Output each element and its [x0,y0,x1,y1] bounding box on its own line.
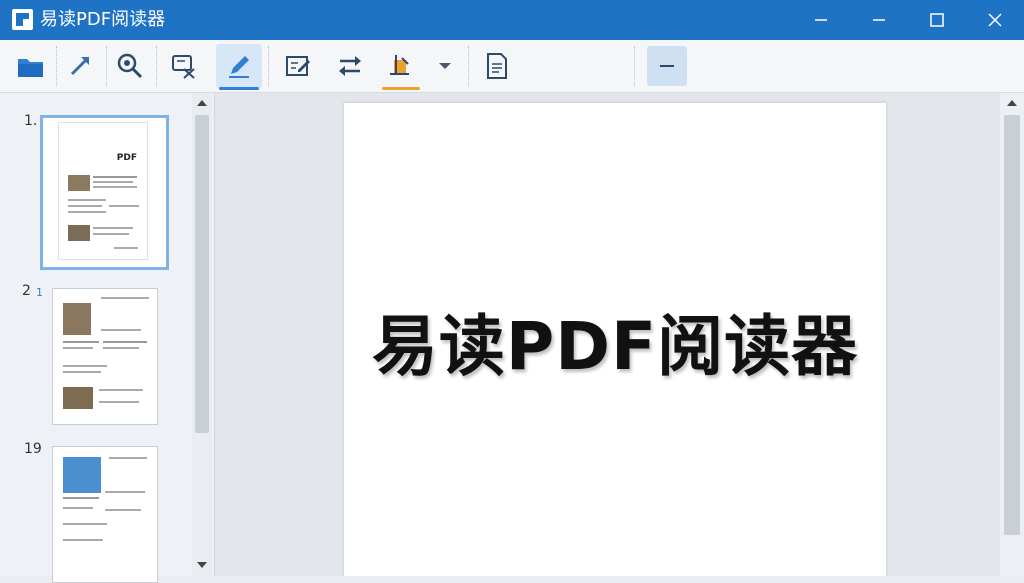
sidebar-scroll-thumb[interactable] [195,115,209,433]
dropdown-icon [439,63,451,69]
document-scrollbar[interactable] [1000,93,1024,576]
thumbnail-number: 19 [24,441,42,457]
zoom-icon [117,53,143,79]
open-folder-icon [18,59,43,77]
document-icon [487,53,507,79]
thumbnail-sidebar: 1. PDF 2 1 19 [0,93,215,583]
select-arrow-icon [70,57,89,76]
pen-icon [229,56,249,78]
zoom-button[interactable] [108,44,152,88]
zoom-out-button[interactable] [647,46,687,86]
close-button[interactable] [966,0,1024,40]
thumbnail-page-3[interactable] [52,446,158,583]
edit-button[interactable] [276,44,320,88]
title-bar: 易读PDF阅读器 [0,0,1024,40]
pen-button[interactable] [216,44,262,90]
toolbar [0,40,1024,93]
thumbnail-heading: PDF [116,153,137,163]
sidebar-scrollbar[interactable] [192,93,212,576]
crop-icon [172,55,195,79]
open-folder-button[interactable] [9,44,53,88]
minimize-button[interactable] [792,0,850,40]
minimize-alt-button[interactable] [850,0,908,40]
thumbnail-badge: 1 [36,286,43,299]
app-logo-icon [12,9,33,30]
document-page: 易读PDF阅读器 [344,103,886,576]
scroll-up-icon[interactable] [1007,99,1017,107]
thumbnail-number: 1. [24,113,38,129]
document-scroll-thumb[interactable] [1004,115,1020,535]
maximize-button[interactable] [908,0,966,40]
swap-icon [339,56,361,76]
document-viewport[interactable]: 易读PDF阅读器 [215,93,1000,576]
highlight-icon [390,55,409,75]
highlight-dropdown-button[interactable] [428,44,462,88]
document-title: 易读PDF阅读器 [371,308,859,385]
window-title: 易读PDF阅读器 [40,9,166,30]
thumbnail-page-1[interactable]: PDF [40,115,169,270]
swap-button[interactable] [328,44,372,88]
scroll-down-icon[interactable] [197,561,207,569]
thumbnail-number: 2 [22,283,31,299]
scroll-up-icon[interactable] [197,99,207,107]
select-arrow-button[interactable] [58,44,102,88]
edit-icon [286,56,310,76]
minus-icon [660,65,674,67]
highlight-button[interactable] [379,44,423,90]
thumbnail-page-2[interactable] [52,288,158,425]
crop-button[interactable] [162,44,206,88]
document-button[interactable] [475,44,519,88]
